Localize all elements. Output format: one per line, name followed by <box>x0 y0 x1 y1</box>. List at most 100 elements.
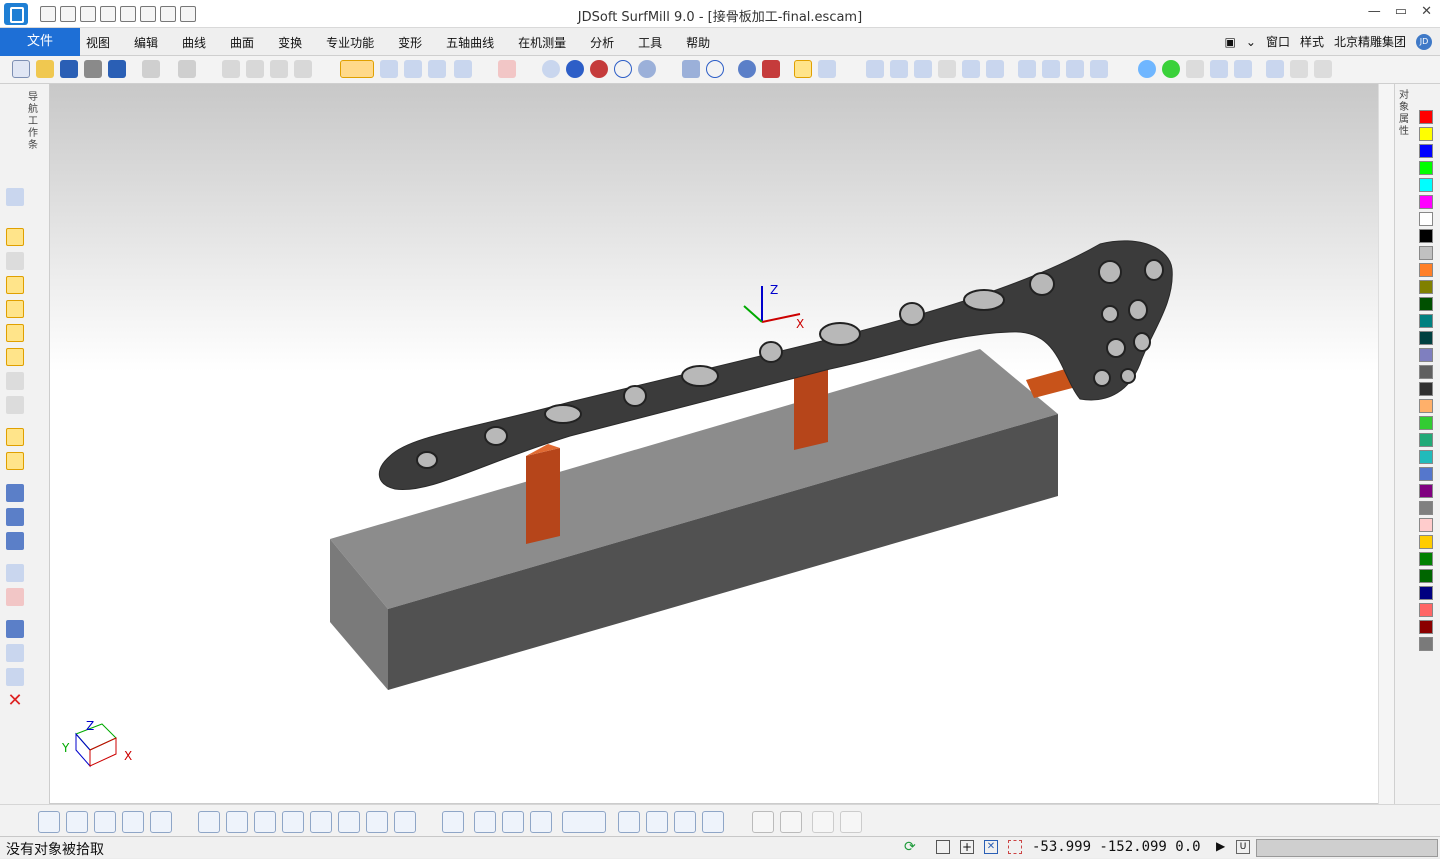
restore-button[interactable]: ▭ <box>1395 4 1407 19</box>
point-select-icon[interactable] <box>150 811 172 833</box>
mesh-icon[interactable] <box>682 60 700 78</box>
circle-center-icon[interactable] <box>6 324 24 342</box>
menu-style[interactable]: 样式 <box>1300 33 1324 50</box>
close-red-icon[interactable]: ✕ <box>6 692 24 710</box>
snap-line-icon[interactable] <box>226 811 248 833</box>
view-cube[interactable]: Y X Z <box>61 719 132 768</box>
move-icon[interactable] <box>1066 60 1084 78</box>
color-swatch[interactable] <box>1419 178 1433 192</box>
save-all-icon[interactable] <box>108 60 126 78</box>
zoom-in-icon[interactable] <box>866 60 884 78</box>
page-icon[interactable] <box>936 840 950 854</box>
color-swatch[interactable] <box>1419 535 1433 549</box>
zoom-window-icon[interactable] <box>914 60 932 78</box>
snap-vertex-icon[interactable] <box>338 811 360 833</box>
color-swatch[interactable] <box>1419 263 1433 277</box>
light-bulb-green-icon[interactable] <box>1162 60 1180 78</box>
cut-icon[interactable] <box>246 60 264 78</box>
menu-surface[interactable]: 曲面 <box>230 34 254 51</box>
frame-arrow-icon[interactable] <box>674 811 696 833</box>
grid-snap-icon[interactable] <box>6 428 24 446</box>
layer-icon[interactable] <box>794 60 812 78</box>
color-swatch[interactable] <box>1419 297 1433 311</box>
select-all-icon[interactable] <box>1234 60 1252 78</box>
cube-color-icon[interactable] <box>762 60 780 78</box>
color-swatch[interactable] <box>1419 620 1433 634</box>
color-swatch[interactable] <box>1419 195 1433 209</box>
unit-button[interactable]: U <box>1236 840 1250 854</box>
color-swatch[interactable] <box>1419 552 1433 566</box>
menu-five-axis-curve[interactable]: 五轴曲线 <box>446 34 494 51</box>
menu-transform[interactable]: 变换 <box>278 34 302 51</box>
zoom-all-icon[interactable] <box>962 60 980 78</box>
play-icon[interactable]: ▶ <box>1216 839 1225 853</box>
angle-snap-icon[interactable] <box>6 452 24 470</box>
object-properties-label[interactable]: 对象属性 <box>1399 90 1411 138</box>
mesh-fill-icon[interactable] <box>502 811 524 833</box>
print-icon[interactable] <box>84 60 102 78</box>
surface-trim-icon[interactable] <box>6 532 24 550</box>
menu-view[interactable]: 视图 <box>86 34 110 51</box>
color-swatch[interactable] <box>1419 280 1433 294</box>
color-swatch[interactable] <box>1419 450 1433 464</box>
unpick-icon[interactable] <box>6 588 24 606</box>
snap-point-icon[interactable] <box>198 811 220 833</box>
coordinate-icon[interactable] <box>498 60 516 78</box>
wireframe-sphere-icon[interactable] <box>542 60 560 78</box>
frame-icon[interactable] <box>618 811 640 833</box>
menu-window[interactable]: 窗口 <box>1266 33 1290 50</box>
list-icon[interactable] <box>818 60 836 78</box>
zoom-out-icon[interactable] <box>890 60 908 78</box>
surface-edit-icon[interactable] <box>6 508 24 526</box>
color-swatch[interactable] <box>1419 348 1433 362</box>
box-select-icon[interactable] <box>66 811 88 833</box>
color-swatch[interactable] <box>1419 127 1433 141</box>
snap-plane-icon[interactable] <box>254 811 276 833</box>
pan-icon[interactable] <box>1018 60 1036 78</box>
menu-analysis[interactable]: 分析 <box>590 34 614 51</box>
view-cube-icon[interactable] <box>340 60 374 78</box>
line-icon[interactable] <box>6 228 24 246</box>
select-arrow-icon[interactable] <box>38 811 60 833</box>
close-button[interactable]: ✕ <box>1421 4 1432 19</box>
intersection-icon[interactable] <box>6 300 24 318</box>
color-swatch[interactable] <box>1419 382 1433 396</box>
shaded-sphere-icon[interactable] <box>566 60 584 78</box>
tangent-icon[interactable] <box>6 396 24 414</box>
hand-icon[interactable] <box>1186 60 1204 78</box>
align-dropdown[interactable] <box>562 811 606 833</box>
mesh-view-icon[interactable] <box>442 811 464 833</box>
frame-dotted-icon[interactable] <box>702 811 724 833</box>
color-swatch[interactable] <box>1419 467 1433 481</box>
grid-toggle-icon[interactable] <box>752 811 774 833</box>
point-icon[interactable] <box>6 188 24 206</box>
delete-icon[interactable] <box>222 60 240 78</box>
side-view-icon[interactable] <box>428 60 446 78</box>
color-swatch[interactable] <box>1419 569 1433 583</box>
color-swatch[interactable] <box>1419 603 1433 617</box>
measure-icon[interactable] <box>6 644 24 662</box>
menu-help[interactable]: 帮助 <box>686 34 710 51</box>
color-swatch[interactable] <box>1419 637 1433 651</box>
globe-icon[interactable] <box>638 60 656 78</box>
copy-icon[interactable] <box>270 60 288 78</box>
undo-curve-icon[interactable] <box>812 811 834 833</box>
color-swatch[interactable] <box>1419 246 1433 260</box>
color-swatch[interactable] <box>1419 229 1433 243</box>
grid-disabled-icon[interactable] <box>840 811 862 833</box>
crosshair-icon[interactable]: + <box>960 840 974 854</box>
color-swatch[interactable] <box>1419 501 1433 515</box>
color-swatch[interactable] <box>1419 314 1433 328</box>
redo-icon[interactable] <box>178 60 196 78</box>
pick-icon[interactable] <box>6 564 24 582</box>
render-sphere-icon[interactable] <box>590 60 608 78</box>
undo-icon[interactable] <box>142 60 160 78</box>
menu-deform[interactable]: 变形 <box>398 34 422 51</box>
nav-workbar-label[interactable]: 导航工作条 <box>28 92 42 152</box>
network-icon[interactable] <box>1266 60 1284 78</box>
rotate-icon[interactable] <box>1090 60 1108 78</box>
ellipse-icon[interactable] <box>706 60 724 78</box>
material-icon[interactable] <box>738 60 756 78</box>
color-swatch[interactable] <box>1419 212 1433 226</box>
snap-face-icon[interactable] <box>282 811 304 833</box>
